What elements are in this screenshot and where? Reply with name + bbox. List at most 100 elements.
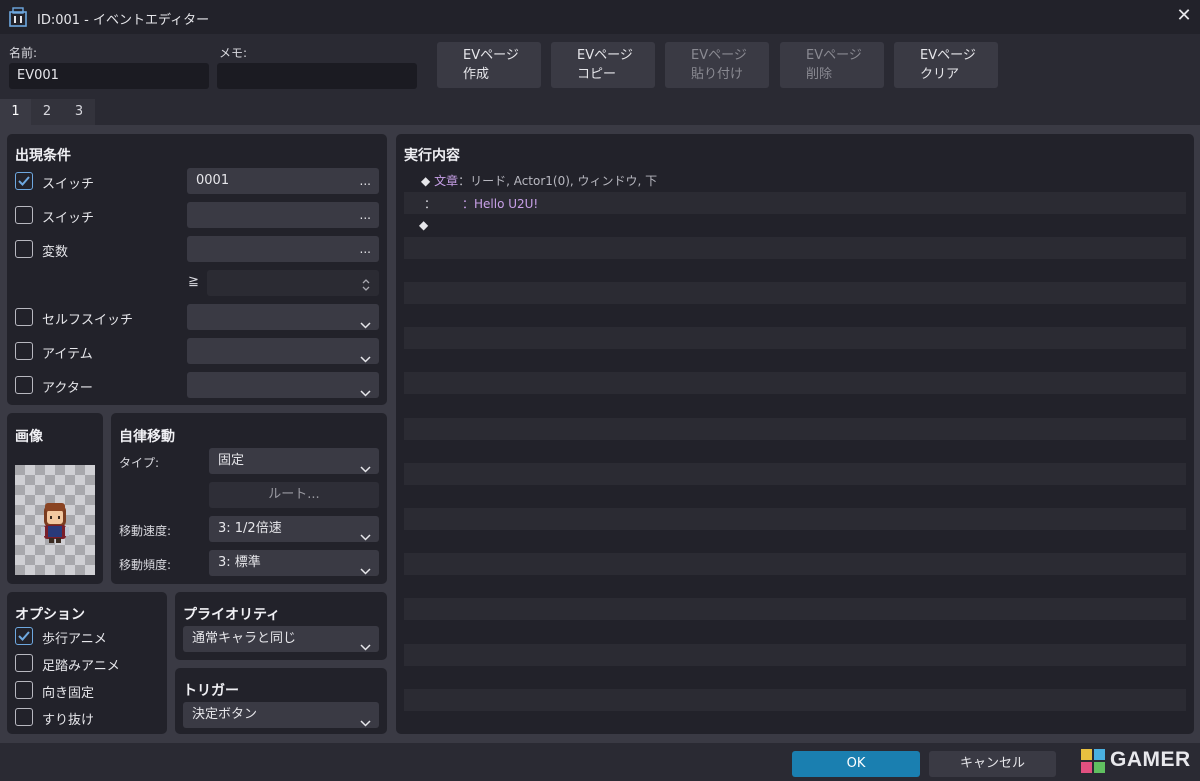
movement-type-value: 固定 bbox=[218, 453, 245, 468]
command-row[interactable] bbox=[404, 236, 1186, 259]
stepping-anim-label: 足踏みアニメ bbox=[42, 659, 120, 674]
chevron-down-icon bbox=[360, 635, 371, 661]
switch2-label: スイッチ bbox=[42, 211, 95, 226]
command-row[interactable] bbox=[404, 598, 1186, 621]
movement-frequency-select[interactable]: 3: 標準 bbox=[209, 550, 379, 576]
chevron-down-icon bbox=[360, 525, 371, 551]
ellipsis-icon: ... bbox=[359, 174, 371, 188]
memo-input[interactable] bbox=[217, 63, 417, 89]
command-row[interactable] bbox=[404, 711, 1186, 733]
item-select[interactable] bbox=[187, 338, 379, 364]
switch2-checkbox[interactable] bbox=[15, 206, 33, 224]
tab-page-1[interactable]: 1 bbox=[0, 99, 31, 125]
command-row[interactable] bbox=[404, 282, 1186, 304]
ev-page-paste-line2: 貼り付け bbox=[691, 67, 744, 82]
item-checkbox[interactable] bbox=[15, 342, 33, 360]
walking-anim-checkbox[interactable] bbox=[15, 627, 33, 645]
command-row[interactable] bbox=[404, 417, 1186, 440]
character-image-preview[interactable] bbox=[15, 465, 95, 575]
ev-page-paste-line1: EVページ bbox=[691, 48, 747, 63]
options-title: オプション bbox=[15, 607, 85, 623]
command-row[interactable] bbox=[404, 350, 1186, 372]
movement-speed-label: 移動速度: bbox=[119, 524, 172, 538]
chevron-down-icon bbox=[360, 347, 371, 373]
command-line-2[interactable]: ： ：Hello U2U! bbox=[424, 195, 538, 212]
switch1-checkbox[interactable] bbox=[15, 172, 33, 190]
command-row[interactable] bbox=[404, 553, 1186, 576]
chevron-down-icon bbox=[360, 559, 371, 585]
tab-page-2[interactable]: 2 bbox=[31, 99, 63, 125]
compare-value-stepper[interactable] bbox=[207, 270, 379, 296]
command-bullet: ◆ bbox=[421, 174, 431, 188]
stepping-anim-checkbox[interactable] bbox=[15, 654, 33, 672]
command-row[interactable] bbox=[404, 440, 1186, 462]
movement-speed-select[interactable]: 3: 1/2倍速 bbox=[209, 516, 379, 542]
route-button[interactable]: ルート... bbox=[209, 482, 379, 508]
command-row[interactable] bbox=[404, 372, 1186, 395]
command-row[interactable] bbox=[404, 305, 1186, 327]
cancel-button[interactable]: キャンセル bbox=[929, 751, 1056, 777]
command-row[interactable] bbox=[404, 531, 1186, 553]
command-name: 文章 bbox=[434, 174, 459, 188]
self-switch-select[interactable] bbox=[187, 304, 379, 330]
command-row[interactable] bbox=[404, 666, 1186, 688]
ev-page-paste-button[interactable]: EVページ 貼り付け bbox=[665, 42, 769, 88]
command-row[interactable] bbox=[404, 576, 1186, 598]
trigger-title: トリガー bbox=[183, 683, 239, 699]
movement-speed-value: 3: 1/2倍速 bbox=[218, 521, 282, 536]
actor-checkbox[interactable] bbox=[15, 376, 33, 394]
actor-select[interactable] bbox=[187, 372, 379, 398]
command-row[interactable] bbox=[404, 395, 1186, 417]
trigger-value: 決定ボタン bbox=[192, 707, 258, 722]
command-line-3[interactable]: ◆ bbox=[419, 218, 428, 232]
character-sprite-icon bbox=[41, 503, 69, 543]
command-row[interactable] bbox=[404, 485, 1186, 507]
direction-fix-label: 向き固定 bbox=[42, 686, 95, 701]
priority-value: 通常キャラと同じ bbox=[192, 631, 297, 646]
ev-page-copy-button[interactable]: EVページ コピー bbox=[551, 42, 655, 88]
self-switch-checkbox[interactable] bbox=[15, 308, 33, 326]
command-row[interactable] bbox=[404, 327, 1186, 350]
command-row[interactable] bbox=[404, 214, 1186, 236]
command-row[interactable] bbox=[404, 688, 1186, 711]
chevron-down-icon bbox=[360, 313, 371, 339]
trigger-select[interactable]: 決定ボタン bbox=[183, 702, 379, 728]
tab-page-3[interactable]: 3 bbox=[63, 99, 95, 125]
close-button[interactable]: ✕ bbox=[1172, 4, 1196, 28]
through-checkbox[interactable] bbox=[15, 708, 33, 726]
command-row[interactable] bbox=[404, 621, 1186, 643]
checkmark-icon bbox=[18, 176, 30, 186]
ev-page-copy-line2: コピー bbox=[577, 67, 617, 82]
switch1-label: スイッチ bbox=[42, 177, 95, 192]
walking-anim-label: 歩行アニメ bbox=[42, 632, 107, 647]
name-label: 名前: bbox=[9, 46, 38, 60]
command-row[interactable] bbox=[404, 462, 1186, 485]
ev-page-clear-button[interactable]: EVページ クリア bbox=[894, 42, 998, 88]
command-row[interactable] bbox=[404, 259, 1186, 281]
ev-page-copy-line1: EVページ bbox=[577, 48, 633, 63]
variable-select[interactable]: ... bbox=[187, 236, 379, 262]
ev-page-delete-line1: EVページ bbox=[806, 48, 862, 63]
movement-type-select[interactable]: 固定 bbox=[209, 448, 379, 474]
compare-symbol: ≧ bbox=[188, 274, 199, 289]
chevron-down-icon bbox=[360, 711, 371, 737]
actor-label: アクター bbox=[42, 381, 93, 396]
ellipsis-icon: ... bbox=[359, 242, 371, 256]
watermark-text: GAMER bbox=[1110, 748, 1191, 771]
variable-checkbox[interactable] bbox=[15, 240, 33, 258]
movement-type-label: タイプ: bbox=[119, 456, 160, 470]
variable-label: 変数 bbox=[42, 245, 69, 260]
command-row[interactable] bbox=[404, 508, 1186, 530]
ev-page-delete-button[interactable]: EVページ 削除 bbox=[780, 42, 884, 88]
ok-button[interactable]: OK bbox=[792, 751, 920, 777]
command-line-1[interactable]: ◆ 文章：リード, Actor1(0), ウィンドウ, 下 bbox=[421, 172, 657, 189]
chevron-down-icon bbox=[360, 457, 371, 483]
gamer-watermark-logo: GAMER bbox=[1080, 746, 1195, 776]
switch2-select[interactable]: ... bbox=[187, 202, 379, 228]
switch1-select[interactable]: 0001 ... bbox=[187, 168, 379, 194]
priority-select[interactable]: 通常キャラと同じ bbox=[183, 626, 379, 652]
direction-fix-checkbox[interactable] bbox=[15, 681, 33, 699]
name-input[interactable]: EV001 bbox=[9, 63, 209, 89]
command-row[interactable] bbox=[404, 643, 1186, 666]
ev-page-create-button[interactable]: EVページ 作成 bbox=[437, 42, 541, 88]
